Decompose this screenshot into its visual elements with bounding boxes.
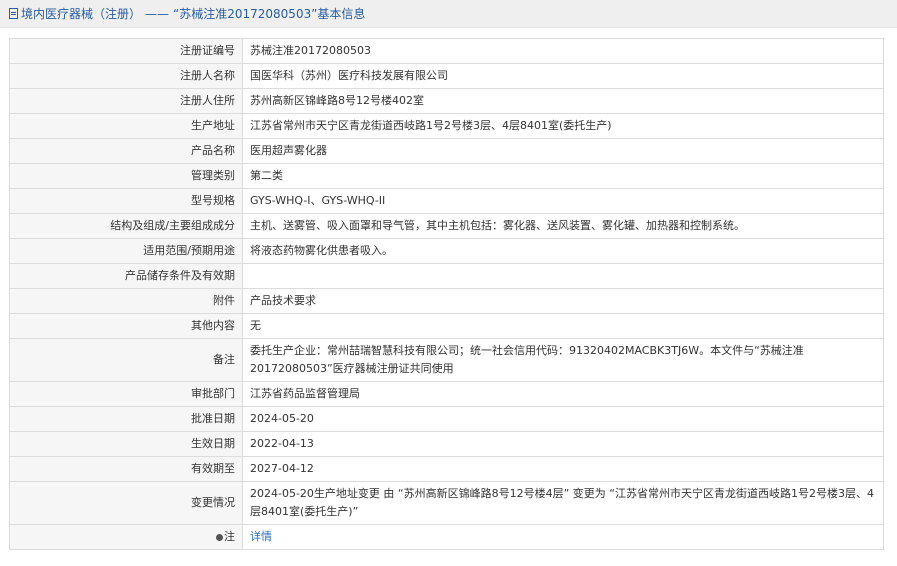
field-label: 审批部门 [9, 381, 243, 407]
table-row: 生效日期 2022-04-13 [9, 431, 884, 457]
table-row: 变更情况 2024-05-20生产地址变更 由 “苏州高新区锦峰路8号12号楼4… [9, 481, 884, 525]
field-label: 产品名称 [9, 138, 243, 164]
table-row: 注册人住所 苏州高新区锦峰路8号12号楼402室 [9, 88, 884, 114]
field-label: 备注 [9, 338, 243, 382]
table-row: 附件 产品技术要求 [9, 288, 884, 314]
table-row: 产品名称 医用超声雾化器 [9, 138, 884, 164]
field-label: 注册证编号 [9, 38, 243, 64]
field-label: 批准日期 [9, 406, 243, 432]
field-label: 有效期至 [9, 456, 243, 482]
field-value: 2027-04-12 [242, 456, 884, 482]
field-label: 注册人名称 [9, 63, 243, 89]
table-row: 备注 委托生产企业：常州喆瑞智慧科技有限公司；统一社会信用代码：91320402… [9, 338, 884, 382]
table-row: 产品储存条件及有效期 [9, 263, 884, 289]
breadcrumb-section-link[interactable]: 境内医疗器械（注册） [21, 5, 141, 22]
field-value: 主机、送雾管、吸入面罩和导气管，其中主机包括：雾化器、送风装置、雾化罐、加热器和… [242, 213, 884, 239]
info-table: 注册证编号 苏械注准20172080503 注册人名称 国医华科（苏州）医疗科技… [9, 38, 884, 550]
field-label: 注册人住所 [9, 88, 243, 114]
document-icon [9, 8, 18, 19]
table-row: 注册人名称 国医华科（苏州）医疗科技发展有限公司 [9, 63, 884, 89]
table-row: 其他内容 无 [9, 313, 884, 339]
table-row: 有效期至 2027-04-12 [9, 456, 884, 482]
table-row: 结构及组成/主要组成成分 主机、送雾管、吸入面罩和导气管，其中主机包括：雾化器、… [9, 213, 884, 239]
field-value: 将液态药物雾化供患者吸入。 [242, 238, 884, 264]
note-label: 注 [224, 530, 235, 543]
field-value: 2024-05-20 [242, 406, 884, 432]
note-value-cell: 详情 [242, 524, 884, 550]
table-row: 注 详情 [9, 524, 884, 550]
table-row: 批准日期 2024-05-20 [9, 406, 884, 432]
note-label-cell: 注 [9, 524, 243, 550]
field-value: 无 [242, 313, 884, 339]
field-label: 管理类别 [9, 163, 243, 189]
page-header: 境内医疗器械（注册） —— “苏械注准20172080503”基本信息 [0, 0, 897, 28]
field-value: 医用超声雾化器 [242, 138, 884, 164]
field-label: 变更情况 [9, 481, 243, 525]
details-link[interactable]: 详情 [250, 530, 272, 543]
field-label: 附件 [9, 288, 243, 314]
field-label: 生产地址 [9, 113, 243, 139]
table-row: 生产地址 江苏省常州市天宁区青龙街道西岐路1号2号楼3层、4层8401室(委托生… [9, 113, 884, 139]
field-value [242, 263, 884, 289]
table-row: 审批部门 江苏省药品监督管理局 [9, 381, 884, 407]
field-value: 第二类 [242, 163, 884, 189]
field-label: 生效日期 [9, 431, 243, 457]
table-row: 管理类别 第二类 [9, 163, 884, 189]
table-row: 适用范围/预期用途 将液态药物雾化供患者吸入。 [9, 238, 884, 264]
field-value: 产品技术要求 [242, 288, 884, 314]
field-label: 产品储存条件及有效期 [9, 263, 243, 289]
field-value: 2022-04-13 [242, 431, 884, 457]
note-icon [216, 533, 223, 541]
field-value: GYS-WHQ-I、GYS-WHQ-II [242, 188, 884, 214]
field-label: 型号规格 [9, 188, 243, 214]
field-value: 苏械注准20172080503 [242, 38, 884, 64]
field-value: 江苏省常州市天宁区青龙街道西岐路1号2号楼3层、4层8401室(委托生产) [242, 113, 884, 139]
field-value: 苏州高新区锦峰路8号12号楼402室 [242, 88, 884, 114]
field-value: 江苏省药品监督管理局 [242, 381, 884, 407]
table-row: 注册证编号 苏械注准20172080503 [9, 38, 884, 64]
field-value: 委托生产企业：常州喆瑞智慧科技有限公司；统一社会信用代码：91320402MAC… [242, 338, 884, 382]
field-label: 结构及组成/主要组成成分 [9, 213, 243, 239]
field-value: 2024-05-20生产地址变更 由 “苏州高新区锦峰路8号12号楼4层” 变更… [242, 481, 884, 525]
field-value: 国医华科（苏州）医疗科技发展有限公司 [242, 63, 884, 89]
field-label: 适用范围/预期用途 [9, 238, 243, 264]
table-row: 型号规格 GYS-WHQ-I、GYS-WHQ-II [9, 188, 884, 214]
breadcrumb-separator: —— [145, 6, 170, 21]
page-title: “苏械注准20172080503”基本信息 [173, 7, 366, 21]
field-label: 其他内容 [9, 313, 243, 339]
